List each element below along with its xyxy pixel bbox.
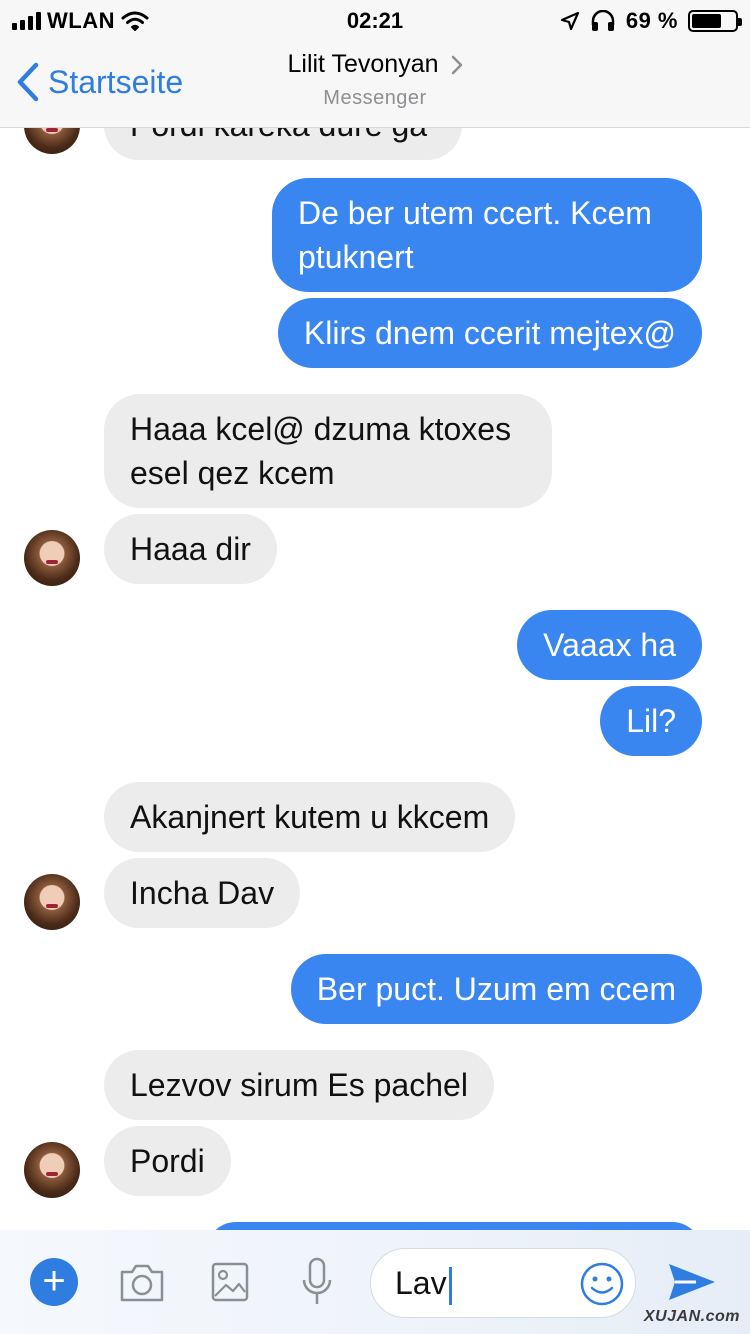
- message-list[interactable]: Pordi kareka dure ga De ber utem ccert. …: [0, 128, 750, 1230]
- contact-avatar[interactable]: [24, 1142, 80, 1198]
- header-subtitle: Messenger: [323, 87, 427, 109]
- navigation-bar: Startseite Lilit Tevonyan Messenger: [0, 40, 750, 128]
- plus-icon[interactable]: +: [30, 1258, 78, 1306]
- incoming-message[interactable]: Akanjnert kutem u kkcem: [104, 782, 516, 852]
- contact-avatar[interactable]: [24, 874, 80, 930]
- text-caret: [448, 1266, 452, 1305]
- outgoing-message[interactable]: Klirs dnem ccerit mejtex@: [277, 298, 702, 368]
- location-arrow-icon: [560, 11, 579, 31]
- outgoing-message[interactable]: Lil?: [600, 686, 702, 756]
- incoming-message[interactable]: Haaa dir: [104, 514, 277, 584]
- status-bar: WLAN 02:21 69 %: [0, 0, 750, 40]
- image-icon[interactable]: [210, 1260, 250, 1304]
- contact-name: Lilit Tevonyan: [287, 50, 439, 78]
- message-composer: + Lav XUJAN.com: [0, 1230, 750, 1334]
- conversation-header[interactable]: Lilit Tevonyan Messenger: [0, 50, 750, 110]
- battery-percent: 69 %: [625, 8, 678, 33]
- status-right: 69 %: [560, 8, 742, 34]
- message-input-text: Lav: [395, 1265, 447, 1301]
- incoming-message[interactable]: Pordi kareka dure ga: [104, 128, 462, 160]
- emoji-icon[interactable]: [579, 1261, 625, 1307]
- outgoing-message[interactable]: Ber puct. Uzum em ccem: [290, 954, 702, 1024]
- camera-icon[interactable]: [118, 1260, 166, 1304]
- battery-level: [692, 14, 721, 28]
- contact-avatar[interactable]: [24, 530, 80, 586]
- incoming-message[interactable]: Incha Dav: [104, 858, 301, 928]
- battery-icon: [688, 10, 742, 32]
- incoming-message[interactable]: Haaa kcel@ dzuma ktoxes esel qez kcem: [104, 394, 552, 508]
- headphones-icon: [591, 10, 615, 31]
- message-input[interactable]: Lav: [370, 1248, 636, 1318]
- microphone-icon[interactable]: [300, 1256, 334, 1308]
- outgoing-message-partial[interactable]: [206, 1222, 702, 1230]
- chevron-right-icon: [451, 55, 462, 74]
- incoming-message[interactable]: Lezvov sirum Es pachel: [104, 1050, 494, 1120]
- contact-avatar[interactable]: [24, 128, 80, 154]
- incoming-message[interactable]: Pordi: [104, 1126, 231, 1196]
- outgoing-message[interactable]: De ber utem ccert. Kcem ptuknert: [272, 178, 702, 292]
- watermark: XUJAN.com: [643, 1308, 740, 1325]
- send-icon[interactable]: [666, 1260, 718, 1304]
- outgoing-message[interactable]: Vaaax ha: [517, 610, 702, 680]
